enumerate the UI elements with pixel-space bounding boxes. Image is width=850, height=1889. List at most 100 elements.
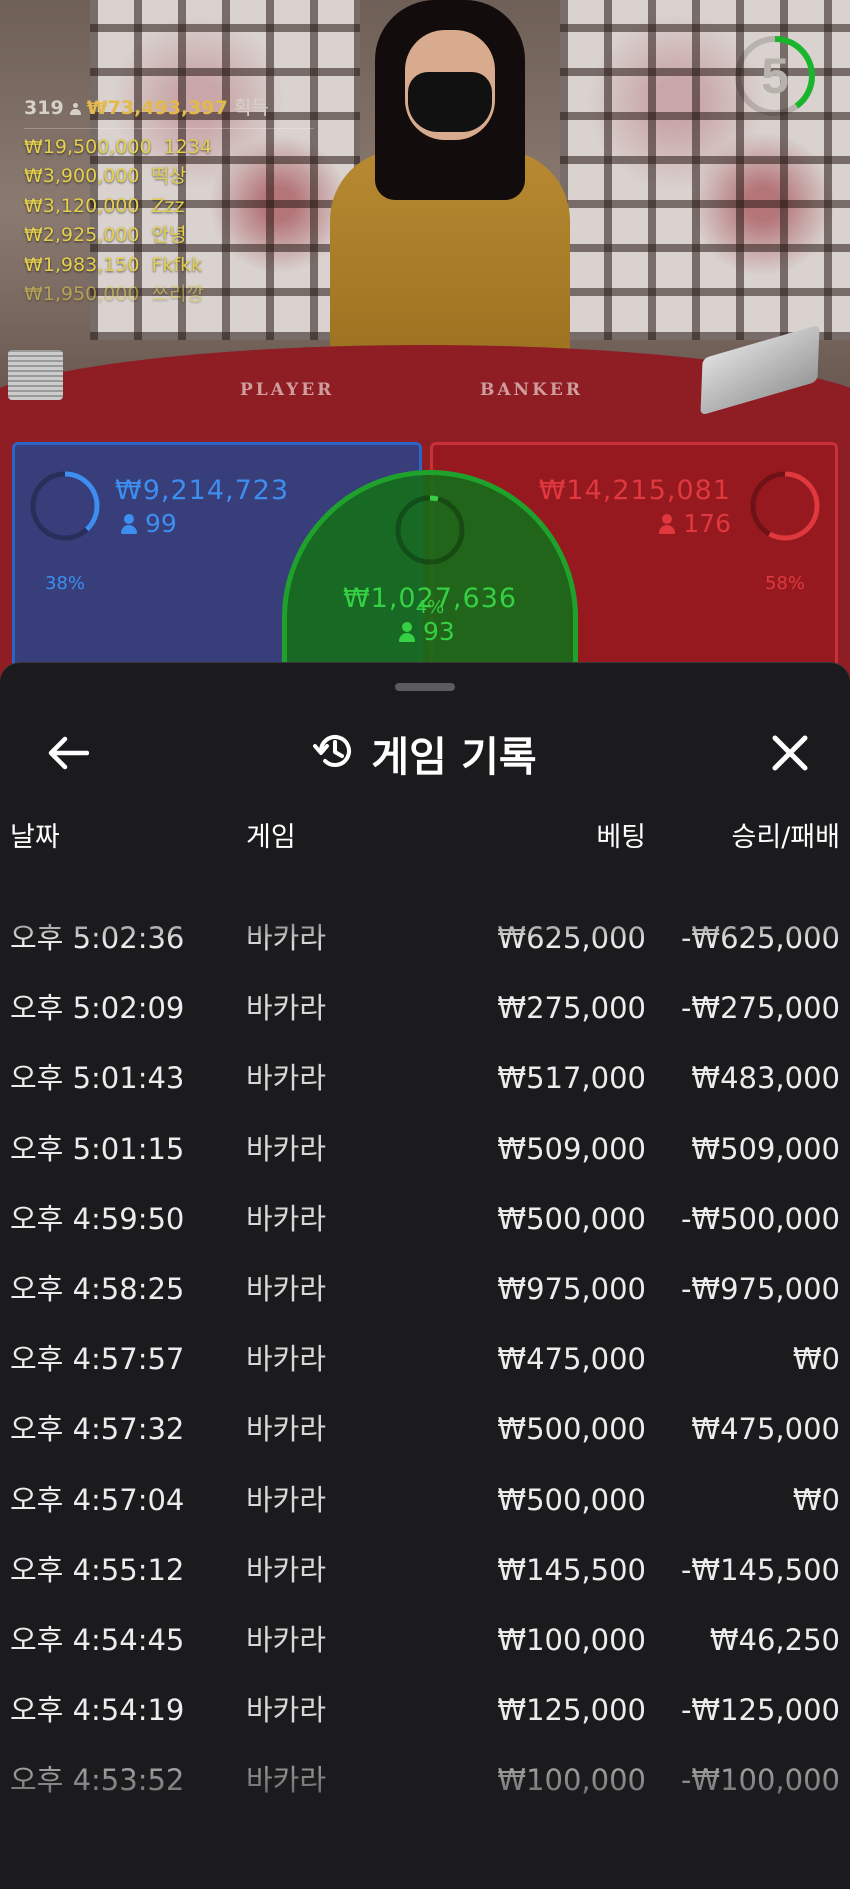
row-bet: ₩100,000 — [497, 1763, 646, 1798]
history-row[interactable]: 오후 5:02:09 바카라 ₩275,000 -₩275,000 — [0, 973, 850, 1043]
row-result: -₩625,000 — [680, 921, 840, 955]
history-row[interactable]: 오후 4:58:25 바카라 ₩975,000 -₩975,000 — [0, 1254, 850, 1324]
leaderboard-name: 떡상 — [151, 165, 187, 187]
leaderboard-name: Zzz — [151, 194, 185, 217]
row-result: ₩46,250 — [709, 1622, 840, 1657]
row-game: 바카라 — [246, 1482, 327, 1517]
history-row[interactable]: 오후 4:54:19 바카라 ₩125,000 -₩125,000 — [0, 1675, 850, 1745]
row-bet: ₩100,000 — [497, 1622, 646, 1657]
history-row[interactable]: 오후 5:01:15 바카라 ₩509,000 ₩509,000 — [0, 1114, 850, 1184]
banker-percent-ring: 58% — [748, 469, 822, 594]
leaderboard-amount: ₩1,950,000 — [24, 283, 140, 305]
history-row[interactable]: 오후 4:57:32 바카라 ₩500,000 ₩475,000 — [0, 1394, 850, 1464]
dealer-mask — [408, 72, 492, 132]
row-game: 바카라 — [246, 921, 327, 955]
row-result: ₩475,000 — [691, 1412, 840, 1447]
history-row[interactable]: 오후 4:54:45 바카라 ₩100,000 ₩46,250 — [0, 1605, 850, 1675]
sheet-title-group: 게임 기록 — [0, 713, 850, 793]
leaderboard-row: ₩1,983,150 Fkfkk — [24, 251, 314, 281]
history-row[interactable]: 오후 4:59:50 바카라 ₩500,000 -₩500,000 — [0, 1184, 850, 1254]
tie-percent-ring: 4% — [393, 493, 467, 618]
banker-bettors-count: 176 — [683, 509, 731, 538]
row-game: 바카라 — [246, 1622, 327, 1657]
history-table-header: 날짜 게임 베팅 승리/패배 — [0, 815, 850, 855]
row-result: -₩500,000 — [680, 1201, 840, 1236]
column-header-game: 게임 — [246, 822, 296, 853]
row-result: -₩975,000 — [680, 1271, 840, 1306]
column-header-date: 날짜 — [10, 822, 60, 853]
history-row[interactable]: 오후 4:53:52 바카라 ₩100,000 -₩100,000 — [0, 1745, 850, 1815]
banker-percent: 58% — [764, 573, 805, 594]
winners-leaderboard: 319 ₩73,493,397 획득 ₩19,500,000 1234 ₩3,90… — [24, 94, 314, 310]
row-bet: ₩275,000 — [497, 991, 646, 1026]
row-date: 오후 5:02:09 — [10, 991, 185, 1026]
history-row[interactable]: 오후 4:55:12 바카라 ₩145,500 -₩145,500 — [0, 1535, 850, 1605]
row-result: -₩275,000 — [680, 991, 840, 1026]
countdown-timer: 5 — [733, 34, 817, 118]
countdown-value: 5 — [761, 48, 789, 104]
leaderboard-row: ₩1,950,000 쓰리깡 — [24, 280, 314, 310]
row-result: -₩125,000 — [680, 1693, 840, 1728]
leaderboard-row: ₩3,900,000 떡상 — [24, 162, 314, 192]
row-game: 바카라 — [246, 991, 327, 1026]
row-date: 오후 4:59:50 — [10, 1201, 185, 1236]
row-date: 오후 5:01:15 — [10, 1131, 185, 1166]
column-header-result: 승리/패배 — [731, 822, 840, 853]
person-icon — [69, 102, 81, 115]
game-history-sheet: 게임 기록 날짜 게임 베팅 승리/패배 오후 5:02:36 바카라 ₩625,0… — [0, 662, 850, 1889]
player-bettors-count: 99 — [145, 509, 177, 538]
row-game: 바카라 — [246, 1131, 327, 1166]
leaderboard-total-suffix: 획득 — [233, 97, 269, 119]
person-icon — [659, 513, 676, 534]
row-date: 오후 4:54:45 — [10, 1622, 185, 1657]
row-game: 바카라 — [246, 1552, 327, 1587]
history-row[interactable]: 오후 4:57:04 바카라 ₩500,000 ₩0 — [0, 1465, 850, 1535]
row-date: 오후 4:57:32 — [10, 1412, 185, 1447]
table-label-banker: BANKER — [480, 380, 583, 400]
table-label-player: PLAYER — [240, 380, 335, 400]
close-icon — [772, 735, 808, 771]
close-button[interactable] — [760, 723, 820, 783]
leaderboard-total: ₩73,493,397 — [86, 97, 228, 119]
person-icon — [121, 513, 137, 534]
tie-bettors-count: 93 — [423, 617, 455, 646]
row-date: 오후 5:02:36 — [10, 921, 185, 955]
row-result: -₩100,000 — [680, 1763, 840, 1798]
row-game: 바카라 — [246, 1763, 327, 1798]
leaderboard-row: ₩2,925,000 안녕 — [24, 221, 314, 251]
player-total-bet: ₩9,214,723 — [115, 475, 290, 506]
person-icon — [399, 621, 415, 642]
tie-bettors: 93 — [399, 617, 455, 646]
row-date: 오후 4:57:04 — [10, 1482, 185, 1517]
row-date: 오후 4:58:25 — [10, 1271, 185, 1306]
leaderboard-name: Fkfkk — [151, 253, 203, 276]
leaderboard-header: 319 ₩73,493,397 획득 — [24, 94, 314, 129]
column-header-bet: 베팅 — [596, 822, 646, 853]
row-bet: ₩500,000 — [497, 1482, 646, 1517]
row-bet: ₩625,000 — [497, 921, 646, 955]
history-list[interactable]: 오후 5:02:36 바카라 ₩625,000 -₩625,000 오후 5:02:09… — [0, 903, 850, 1889]
leaderboard-name: 쓰리깡 — [151, 283, 204, 305]
row-result: -₩145,500 — [680, 1552, 840, 1587]
leaderboard-count: 319 — [24, 97, 64, 119]
history-row[interactable]: 오후 5:01:43 바카라 ₩517,000 ₩483,000 — [0, 1043, 850, 1113]
tie-total-bet: ₩1,027,636 — [342, 583, 518, 614]
row-game: 바카라 — [246, 1271, 327, 1306]
row-date: 오후 4:57:57 — [10, 1342, 185, 1377]
row-date: 오후 4:53:52 — [10, 1763, 185, 1798]
leaderboard-amount: ₩3,120,000 — [24, 194, 140, 217]
banker-total-bet: ₩14,215,081 — [538, 475, 731, 506]
history-row[interactable]: 오후 5:02:36 바카라 ₩625,000 -₩625,000 — [0, 903, 850, 973]
live-video: PLAYER BANKER 319 ₩73,493,397 획득 ₩19,500… — [0, 0, 850, 700]
row-bet: ₩500,000 — [497, 1201, 646, 1236]
row-date: 오후 5:01:43 — [10, 1061, 185, 1096]
row-bet: ₩509,000 — [497, 1131, 646, 1166]
row-bet: ₩145,500 — [497, 1552, 646, 1587]
sheet-title: 게임 기록 — [371, 733, 537, 781]
player-bettors: 99 — [121, 509, 177, 538]
sheet-drag-handle[interactable] — [395, 683, 455, 691]
back-button[interactable] — [38, 723, 98, 783]
history-row[interactable]: 오후 4:57:57 바카라 ₩475,000 ₩0 — [0, 1324, 850, 1394]
row-bet: ₩517,000 — [497, 1061, 646, 1096]
leaderboard-row: ₩3,120,000 Zzz — [24, 192, 314, 222]
